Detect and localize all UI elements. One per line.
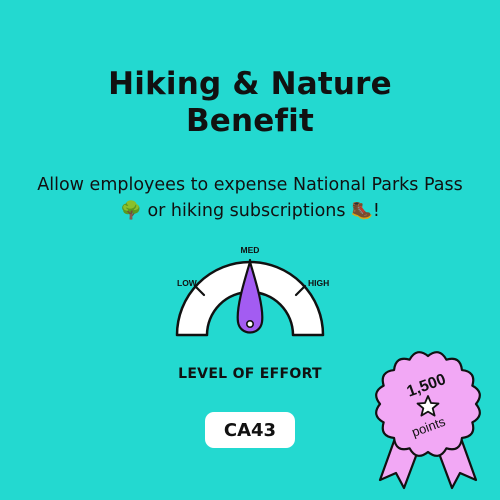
page-title: Hiking & Nature Benefit — [0, 66, 500, 140]
description-text-2: or hiking subscriptions — [141, 201, 352, 221]
effort-gauge: LOW MED HIGH — [175, 245, 329, 337]
gauge-needle-pivot — [246, 320, 255, 329]
gauge-label-low: LOW — [177, 278, 198, 288]
description-text-3: ! — [372, 201, 380, 221]
title-line-1: Hiking & Nature — [108, 66, 392, 102]
title-line-2: Benefit — [185, 103, 315, 139]
description-text-1: Allow employees to expense National Park… — [37, 175, 463, 195]
tree-icon: 🌳 — [120, 201, 142, 221]
benefit-code-badge: CA43 — [205, 412, 295, 448]
hiking-boot-icon: 🥾 — [351, 201, 373, 221]
points-rosette: 1,500 points — [375, 351, 481, 490]
benefit-description: Allow employees to expense National Park… — [30, 172, 470, 224]
gauge-label-high: HIGH — [308, 278, 329, 288]
benefit-card: Hiking & Nature Benefit Allow employees … — [0, 0, 500, 500]
gauge-label-med: MED — [241, 245, 260, 255]
